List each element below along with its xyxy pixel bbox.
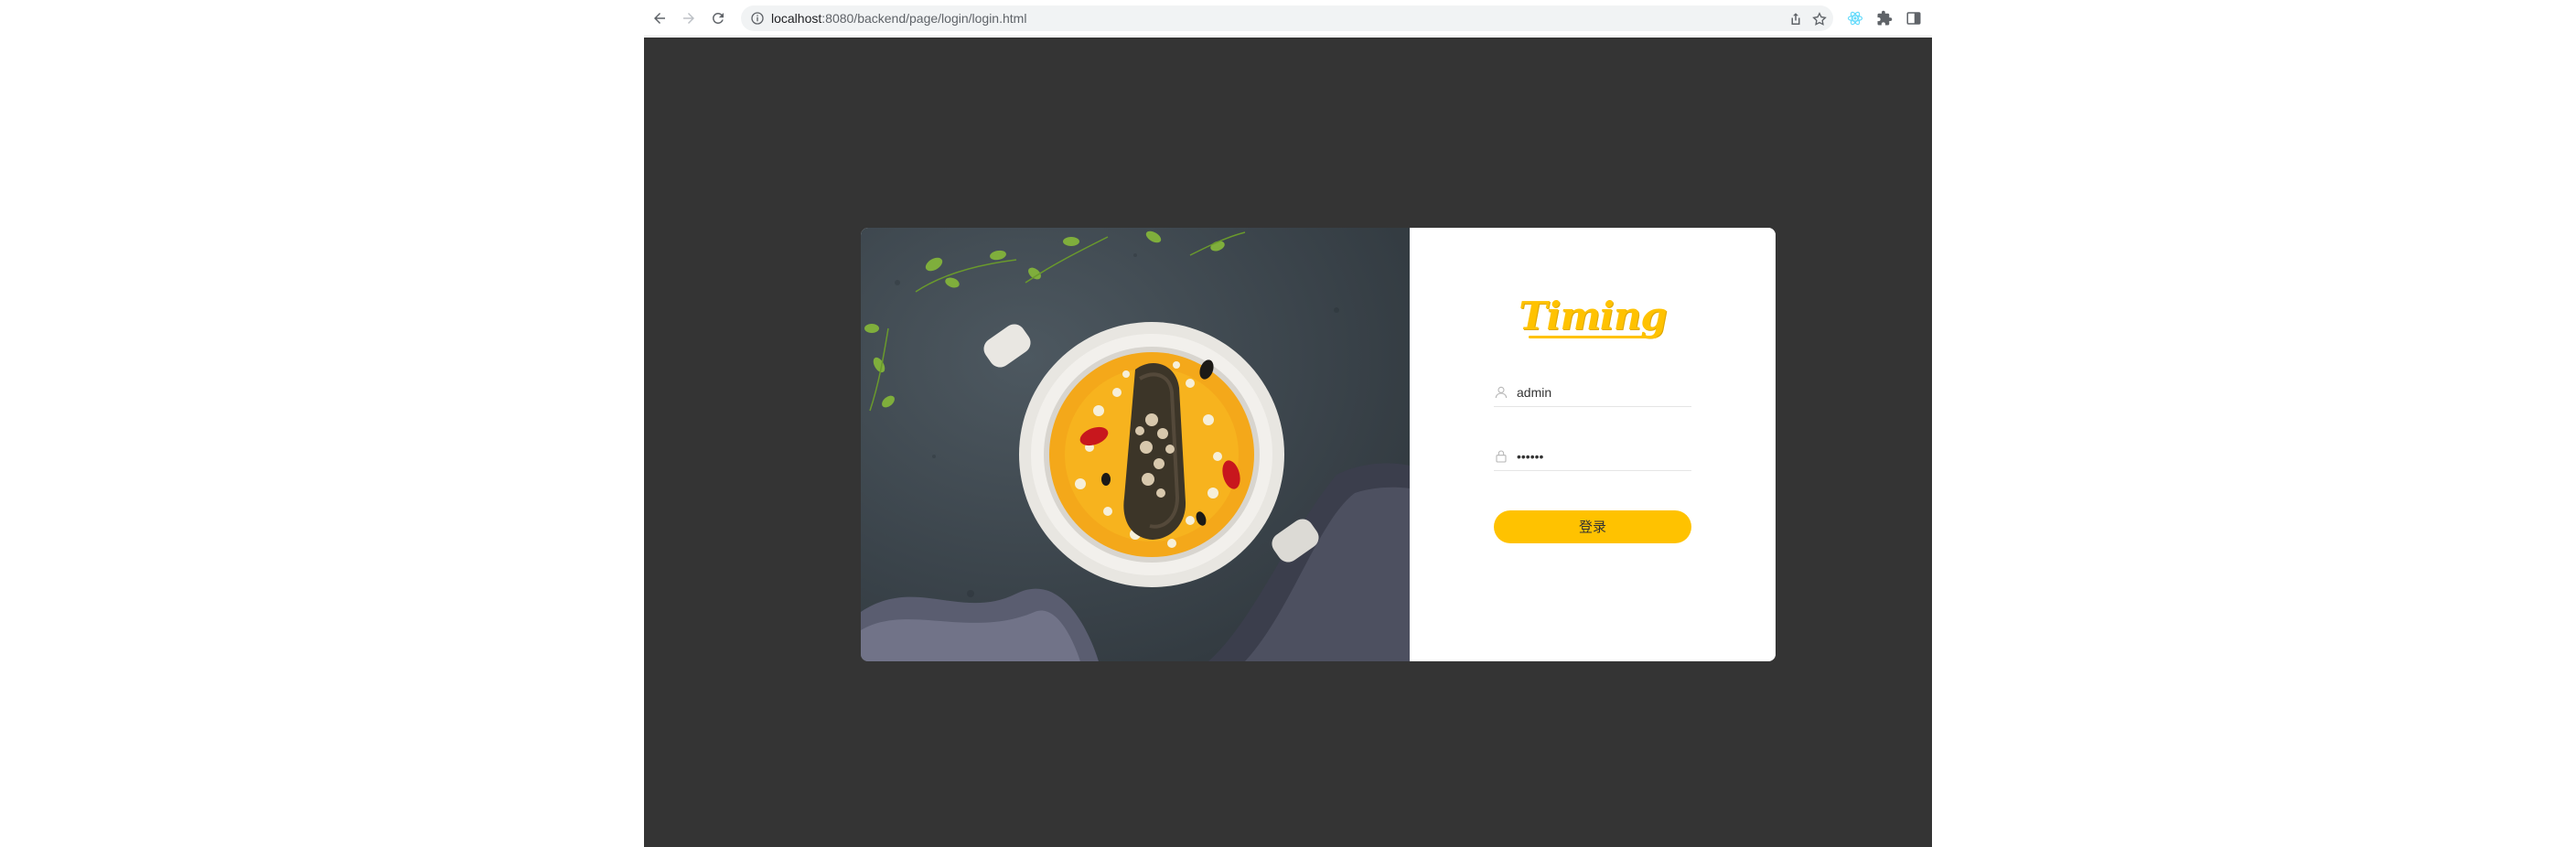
hero-food-image <box>861 228 1410 661</box>
lock-icon <box>1496 450 1507 463</box>
url-host: localhost <box>771 11 822 26</box>
puzzle-piece-icon <box>1877 10 1893 26</box>
browser-window: localhost:8080/backend/page/login/login.… <box>644 0 1932 847</box>
share-icon[interactable] <box>1787 11 1804 27</box>
page-viewport: Timing admin •••••• 登录 <box>644 38 1932 847</box>
address-bar[interactable]: localhost:8080/backend/page/login/login.… <box>741 5 1833 31</box>
info-icon[interactable] <box>750 11 765 26</box>
username-value: admin <box>1517 385 1552 400</box>
user-icon <box>1495 386 1508 399</box>
back-button[interactable] <box>648 7 671 29</box>
side-panel-button[interactable] <box>1905 9 1923 27</box>
react-icon <box>1847 11 1863 26</box>
food-bowl-illustration <box>861 231 1410 661</box>
login-form: Timing admin •••••• 登录 <box>1410 228 1776 661</box>
url-path: :8080/backend/page/login/login.html <box>821 11 1027 26</box>
side-panel-icon <box>1906 12 1921 25</box>
arrow-right-icon <box>683 13 694 24</box>
reload-button[interactable] <box>706 7 730 29</box>
browser-toolbar: localhost:8080/backend/page/login/login.… <box>644 0 1932 37</box>
bookmark-star-icon[interactable] <box>1811 11 1828 27</box>
username-field[interactable]: admin <box>1494 380 1691 407</box>
extensions-button[interactable] <box>1875 9 1894 27</box>
forward-button[interactable] <box>677 7 701 29</box>
login-card: Timing admin •••••• 登录 <box>861 228 1776 661</box>
password-field[interactable]: •••••• <box>1494 444 1691 471</box>
brand-logo: Timing <box>1519 294 1668 338</box>
brand-logo-underline <box>1529 336 1657 338</box>
url-text[interactable]: localhost:8080/backend/page/login/login.… <box>771 10 1026 27</box>
react-devtools-extension-icon[interactable] <box>1846 9 1864 27</box>
reload-icon <box>712 12 724 24</box>
arrow-left-icon <box>654 13 665 24</box>
password-value: •••••• <box>1517 449 1544 464</box>
login-button[interactable]: 登录 <box>1494 510 1691 543</box>
